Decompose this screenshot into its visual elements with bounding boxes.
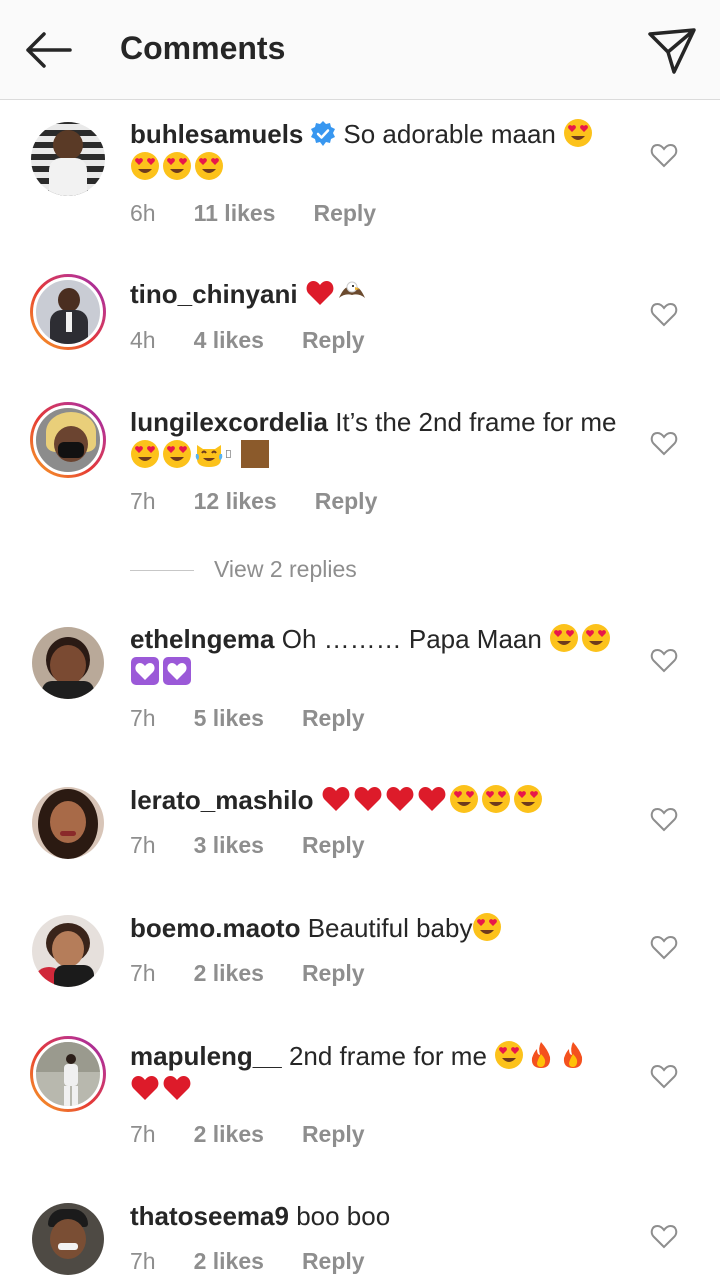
heart-eyes-emoji-icon: [564, 119, 593, 147]
comment-text: Beautiful baby: [307, 913, 473, 943]
comment-time: 6h: [130, 200, 156, 226]
view-replies-label: View 2 replies: [214, 556, 357, 582]
avatar[interactable]: [31, 122, 105, 196]
fire-emoji-icon: [532, 1042, 551, 1068]
comment-username[interactable]: boemo.maoto: [130, 913, 300, 943]
reply-button[interactable]: Reply: [302, 327, 365, 353]
heart-eyes-emoji-icon: [195, 152, 223, 180]
heart-icon[interactable]: [650, 1063, 678, 1089]
heart-eyes-emoji-icon: [163, 152, 191, 180]
red-heart-emoji-icon: [386, 787, 414, 811]
likes-count[interactable]: 5 likes: [194, 705, 264, 731]
reply-button[interactable]: Reply: [302, 705, 365, 731]
comment-text: Oh ……… Papa Maan: [281, 624, 542, 654]
heart-eyes-emoji-icon: [550, 624, 579, 652]
comment-text: So adorable maan: [343, 119, 556, 149]
purple-heart-emoji-icon: [131, 657, 159, 685]
reply-button[interactable]: Reply: [315, 488, 378, 514]
comment-text: boo boo: [296, 1201, 391, 1231]
reply-button[interactable]: Reply: [302, 1121, 365, 1147]
avatar[interactable]: [30, 274, 106, 350]
avatar[interactable]: [30, 402, 106, 478]
heart-icon[interactable]: [650, 934, 678, 960]
red-heart-emoji-icon: [131, 1076, 159, 1100]
reply-button[interactable]: Reply: [302, 1248, 365, 1274]
heart-icon[interactable]: [650, 1223, 678, 1249]
page-title: Comments: [120, 30, 286, 66]
heart-icon[interactable]: [650, 430, 678, 456]
heart-icon[interactable]: [650, 142, 678, 168]
likes-count[interactable]: 4 likes: [194, 327, 264, 353]
comment-time: 7h: [130, 1121, 156, 1147]
purple-heart-emoji-icon: [163, 657, 191, 685]
reply-button[interactable]: Reply: [313, 200, 376, 226]
verified-badge-icon: [311, 121, 336, 146]
red-heart-emoji-icon: [418, 787, 446, 811]
heart-eyes-emoji-icon: [513, 785, 542, 813]
likes-count[interactable]: 2 likes: [194, 1121, 264, 1147]
paper-plane-icon[interactable]: [644, 24, 700, 76]
comment-username[interactable]: ethelngema: [130, 624, 275, 654]
heart-eyes-emoji-icon: [131, 440, 159, 468]
comment-username[interactable]: tino_chinyani: [130, 279, 298, 309]
reply-button[interactable]: Reply: [302, 832, 365, 858]
comment-username[interactable]: thatoseema9: [130, 1201, 289, 1231]
avatar[interactable]: [30, 1036, 106, 1112]
comment-time: 7h: [130, 960, 156, 986]
comment-username[interactable]: mapuleng__: [130, 1041, 282, 1071]
avatar[interactable]: [32, 915, 104, 987]
view-replies-button[interactable]: View 2 replies: [130, 556, 357, 583]
fire-emoji-icon: [564, 1042, 583, 1068]
likes-count[interactable]: 11 likes: [194, 200, 276, 226]
avatar[interactable]: [32, 627, 104, 699]
eagle-emoji-icon: [338, 281, 365, 298]
heart-eyes-emoji-icon: [131, 152, 159, 180]
heart-icon[interactable]: [650, 647, 678, 673]
comment-time: 7h: [130, 832, 156, 858]
comment-time: 7h: [130, 1248, 156, 1274]
heart-eyes-emoji-icon: [163, 440, 191, 468]
red-heart-emoji-icon: [163, 1076, 191, 1100]
heart-eyes-emoji-icon: [495, 1041, 524, 1069]
red-heart-emoji-icon: [354, 787, 382, 811]
comment-time: 7h: [130, 488, 156, 514]
cat-tears-of-joy-emoji-icon: [195, 445, 223, 467]
comment-text: It’s the 2nd frame for me: [335, 407, 617, 437]
reply-button[interactable]: Reply: [302, 960, 365, 986]
likes-count[interactable]: 12 likes: [194, 488, 277, 514]
comment-username[interactable]: lerato_mashilo: [130, 785, 314, 815]
likes-count[interactable]: 2 likes: [194, 960, 264, 986]
top-bar: Comments: [0, 0, 720, 100]
heart-icon[interactable]: [650, 301, 678, 327]
red-heart-emoji-icon: [306, 281, 334, 305]
heart-eyes-emoji-icon: [481, 785, 510, 813]
arrow-left-icon[interactable]: [20, 26, 76, 74]
missing-glyph-icon: [226, 450, 231, 458]
avatar[interactable]: [32, 1203, 104, 1275]
likes-count[interactable]: 3 likes: [194, 832, 264, 858]
avatar[interactable]: [32, 787, 104, 859]
comment-time: 4h: [130, 327, 156, 353]
heart-eyes-emoji-icon: [473, 913, 502, 941]
comment-time: 7h: [130, 705, 156, 731]
divider: [130, 570, 194, 572]
comment-username[interactable]: lungilexcordelia: [130, 407, 328, 437]
heart-eyes-emoji-icon: [449, 785, 478, 813]
likes-count[interactable]: 2 likes: [194, 1248, 264, 1274]
comment-text: 2nd frame for me: [288, 1041, 487, 1071]
brown-square-emoji-icon: [241, 440, 269, 468]
heart-eyes-emoji-icon: [582, 624, 611, 652]
red-heart-emoji-icon: [322, 787, 350, 811]
comment-username[interactable]: buhlesamuels: [130, 119, 303, 149]
heart-icon[interactable]: [650, 806, 678, 832]
